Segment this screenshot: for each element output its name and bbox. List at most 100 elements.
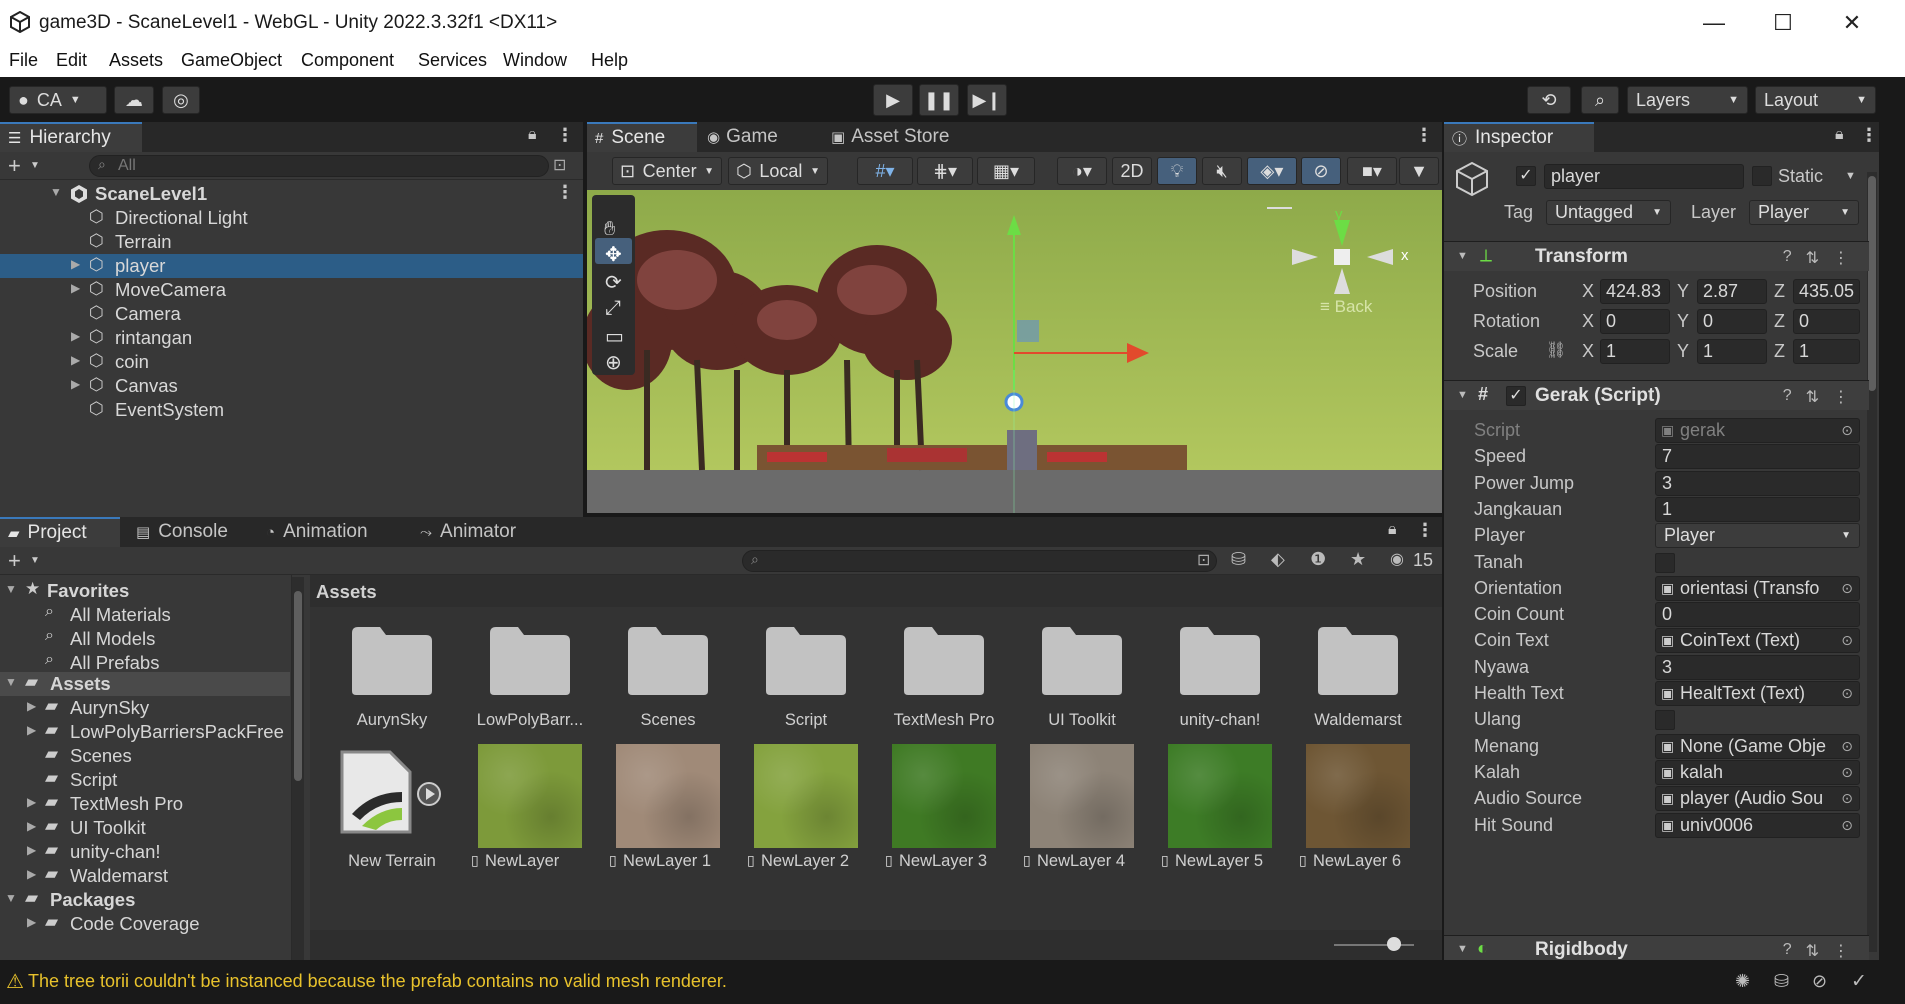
more-options-icon[interactable]: ⋮ [1833, 248, 1849, 268]
expand-arrow-icon[interactable]: ▼ [5, 675, 17, 689]
foldout-arrow-icon[interactable]: ▼ [1457, 250, 1468, 262]
expand-arrow-icon[interactable]: ▶ [27, 915, 36, 929]
menu-gameobject[interactable]: GameObject [181, 50, 282, 71]
field-input[interactable]: 0 [1655, 602, 1860, 628]
warning-filter-icon[interactable]: ❶ [1310, 549, 1326, 570]
hierarchy-search-input[interactable]: ⌕ All [89, 155, 549, 177]
rotation-y-field[interactable]: 0 [1697, 309, 1767, 334]
zoom-slider-track[interactable] [1334, 944, 1414, 946]
expand-arrow-icon[interactable]: ▶ [27, 795, 36, 809]
toggle-2d-button[interactable]: 2D [1112, 157, 1152, 185]
gizmo-view-label[interactable]: ≡ Back [1320, 297, 1372, 317]
more-options-icon[interactable]: ⋮ [556, 125, 574, 146]
move-tool-icon[interactable]: ✥ [605, 242, 622, 267]
account-dropdown[interactable]: ● CA ▼ [9, 86, 107, 114]
add-icon[interactable]: + [8, 153, 21, 179]
expand-arrow-icon[interactable]: ▼ [50, 185, 62, 199]
asset-tree-row[interactable]: ▶ ▰ LowPolyBarriersPackFree [0, 720, 290, 744]
static-checkbox[interactable] [1752, 166, 1772, 186]
expand-arrow-icon[interactable]: ▶ [27, 819, 36, 833]
field-input[interactable]: 3 [1655, 470, 1860, 496]
tab-animation[interactable]: ◔ Animation [258, 517, 408, 547]
hierarchy-row[interactable]: ▶ ⬡ coin [0, 350, 583, 374]
folder-item[interactable]: Script [741, 615, 871, 733]
asset-tree-row[interactable]: ▶ ▰ unity-chan! [0, 840, 290, 864]
lighting-toggle[interactable]: 💡︎ [1157, 157, 1197, 185]
more-options-icon[interactable]: ⋮ [1833, 941, 1849, 961]
active-checkbox[interactable]: ✓ [1516, 166, 1536, 186]
rotation-z-field[interactable]: 0 [1793, 309, 1860, 334]
asset-item[interactable]: ▯ NewLayer 6 [1293, 740, 1423, 870]
search-by-type-icon[interactable]: ⊡ [553, 155, 566, 175]
more-options-icon[interactable]: ⋮ [1415, 125, 1433, 146]
object-name-field[interactable]: player [1544, 164, 1744, 189]
maximize-button[interactable]: ☐ [1753, 6, 1813, 40]
grid-visibility-button[interactable]: ▦▾ [977, 157, 1035, 185]
object-reference-field[interactable]: ▣ CoinText (Text) ⊙ [1655, 628, 1860, 654]
object-reference-field[interactable]: ▣ gerak ⊙ [1655, 418, 1860, 443]
field-dropdown[interactable]: Player ▼ [1655, 523, 1860, 549]
transform-tool-icon[interactable]: ⊕ [605, 350, 622, 375]
help-icon[interactable]: ? [1783, 941, 1792, 961]
help-icon[interactable]: ? [1783, 248, 1792, 268]
project-search-input[interactable]: ⌕ [742, 550, 1217, 572]
breadcrumb[interactable]: Assets [316, 581, 377, 603]
tab-asset-store[interactable]: ▣ Asset Store [823, 122, 973, 152]
folder-item[interactable]: Waldemarst [1293, 615, 1423, 733]
tab-inspector[interactable]: ⓘ Inspector [1444, 122, 1594, 152]
lock-icon[interactable]: 🔒︎ [1388, 521, 1397, 539]
folder-item[interactable]: Scenes [603, 615, 733, 733]
tab-console[interactable]: ▤ Console [128, 517, 254, 547]
asset-tree-row[interactable]: ▶ ▰ UI Toolkit [0, 816, 290, 840]
expand-arrow-icon[interactable]: ▼ [5, 891, 17, 905]
lock-icon[interactable]: 🔒︎ [528, 126, 537, 144]
expand-arrow-icon[interactable]: ▶ [71, 353, 80, 367]
object-reference-field[interactable]: ▣ player (Audio Sou ⊙ [1655, 786, 1860, 812]
asset-item[interactable]: New Terrain [327, 740, 457, 870]
object-picker-icon[interactable]: ⊙ [1841, 682, 1853, 705]
star-icon[interactable]: ★ [1350, 549, 1366, 570]
hierarchy-row[interactable]: ⬡ Terrain [0, 230, 583, 254]
field-checkbox[interactable] [1655, 710, 1675, 731]
object-picker-icon[interactable]: ⊙ [1841, 761, 1853, 784]
folder-item[interactable]: LowPolyBarr... [465, 615, 595, 733]
asset-item[interactable]: ▯ NewLayer 5 [1155, 740, 1285, 870]
inspector-scrollbar[interactable] [1867, 172, 1877, 952]
filter-type-icon[interactable]: ⛁ [1231, 549, 1246, 570]
tree-scrollbar[interactable] [292, 577, 304, 960]
assets-root-row[interactable]: ▼ ▰ Assets [0, 672, 290, 696]
tab-project[interactable]: ▰ Project [0, 517, 120, 547]
folder-item[interactable]: TextMesh Pro [879, 615, 1009, 733]
hierarchy-row[interactable]: ⬡ Camera [0, 302, 583, 326]
search-by-type-icon[interactable]: ⊡ [1197, 550, 1210, 570]
effects-toggle[interactable]: ◈▾ [1247, 157, 1297, 185]
object-reference-field[interactable]: ▣ None (Game Obje ⊙ [1655, 733, 1860, 759]
folder-item[interactable]: UI Toolkit [1017, 615, 1147, 733]
asset-tree-row[interactable]: ▰ Script [0, 768, 290, 792]
search-button[interactable]: ⌕ [1581, 86, 1619, 114]
foldout-arrow-icon[interactable]: ▼ [1457, 389, 1468, 401]
rotate-tool-icon[interactable]: ⟳ [605, 270, 622, 295]
object-picker-icon[interactable]: ⊙ [1841, 629, 1853, 652]
layer-dropdown[interactable]: Player ▼ [1749, 200, 1859, 225]
hand-tool-icon[interactable]: ✋︎ [604, 218, 615, 241]
add-icon[interactable]: + [8, 548, 21, 574]
tab-hierarchy[interactable]: ☰ Hierarchy [0, 122, 142, 152]
pause-button[interactable]: ❚❚ [919, 84, 959, 116]
increment-snap-button[interactable]: ⋕▾ [917, 157, 973, 185]
step-button[interactable]: ▶❙ [967, 84, 1007, 116]
script-component-header[interactable]: ▼ # ✓ Gerak (Script) ? ⇅ ⋮ [1444, 380, 1869, 410]
menu-component[interactable]: Component [301, 50, 394, 71]
scale-x-field[interactable]: 1 [1600, 339, 1670, 364]
cache-server-icon[interactable]: ⛁ [1774, 971, 1789, 992]
scale-tool-icon[interactable]: ⤢ [605, 297, 621, 320]
foldout-arrow-icon[interactable]: ▼ [1457, 943, 1468, 955]
gizmos-button[interactable]: ▼ [1399, 157, 1439, 185]
hierarchy-row[interactable]: ▶ ⬡ MoveCamera [0, 278, 583, 302]
expand-arrow-icon[interactable]: ▶ [27, 699, 36, 713]
space-dropdown[interactable]: ⬡ Local ▼ [728, 157, 828, 185]
chevron-down-icon[interactable]: ▼ [30, 555, 40, 566]
expand-arrow-icon[interactable]: ▶ [27, 723, 36, 737]
tag-icon[interactable]: ⬖ [1271, 549, 1285, 570]
favorite-item[interactable]: ⌕ All Materials [0, 603, 290, 627]
